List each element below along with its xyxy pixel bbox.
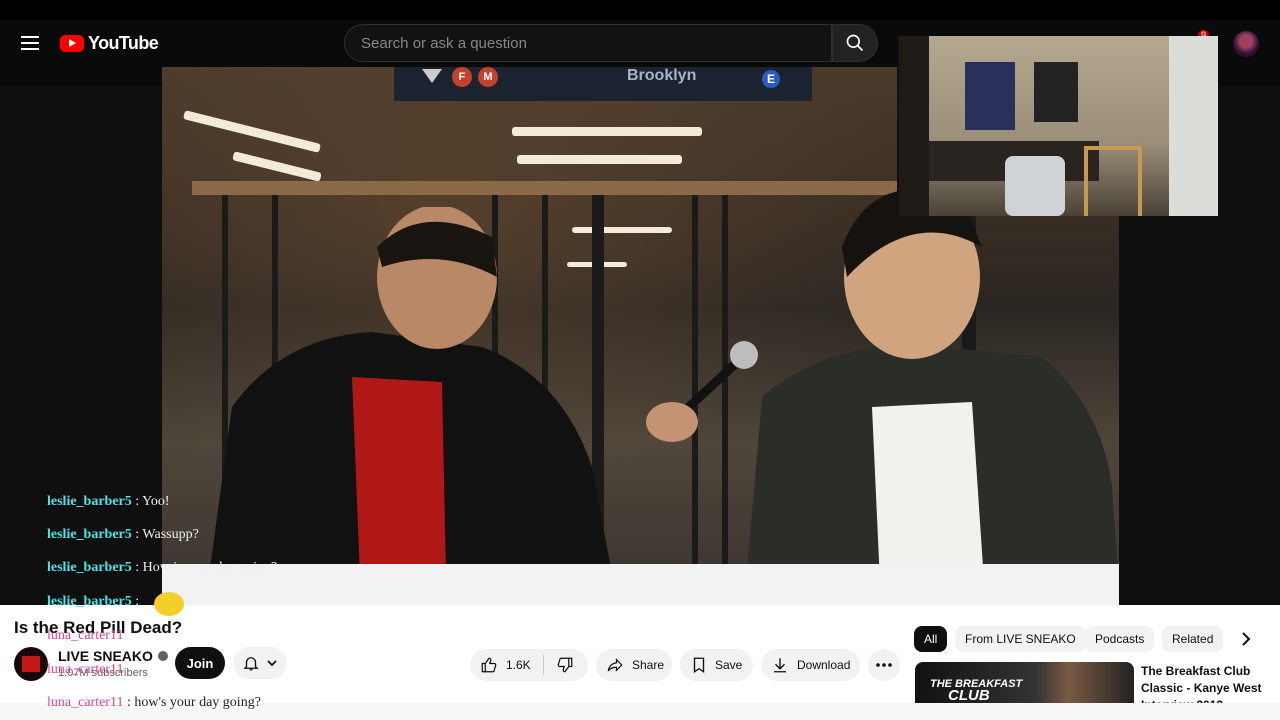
like-icon[interactable]: [480, 656, 498, 674]
youtube-play-icon: [60, 35, 84, 52]
download-button[interactable]: Download: [761, 649, 860, 681]
poster-left: [965, 62, 1015, 130]
account-avatar[interactable]: [1233, 31, 1259, 57]
chat-username: luna_carter11: [47, 695, 124, 710]
download-label: Download: [797, 658, 851, 672]
more-actions-button[interactable]: [868, 649, 900, 681]
chat-message: leslie_barber5 : How is your day going?: [47, 560, 277, 576]
line-m-badge: M: [478, 67, 498, 87]
chat-text: : how's your day going?: [126, 695, 261, 710]
interviewer-figure: [743, 188, 1119, 605]
interviewee-figure: [205, 207, 618, 605]
search-box: [344, 24, 832, 62]
search-input[interactable]: [359, 33, 817, 53]
chip-podcasts[interactable]: Podcasts: [1085, 626, 1155, 652]
chat-message: luna_carter11: [47, 662, 123, 678]
like-count[interactable]: 1.6K: [506, 658, 531, 672]
logo-text: YouTube: [88, 33, 159, 53]
like-dislike-group: 1.6K: [470, 649, 588, 681]
chat-message: leslie_barber5 :: [47, 594, 139, 610]
chip-from-channel[interactable]: From LIVE SNEAKO: [955, 626, 1086, 652]
verified-icon: [157, 651, 168, 661]
chevron-right-icon[interactable]: [1236, 629, 1256, 649]
share-button[interactable]: Share: [596, 649, 672, 681]
chat-text: : Yoo!: [135, 494, 170, 509]
chat-message: luna_carter11 : how's your day going?: [47, 695, 261, 711]
search-button[interactable]: [832, 24, 878, 62]
share-label: Share: [632, 658, 665, 672]
chat-message: leslie_barber5 : Yoo!: [47, 494, 170, 510]
save-label: Save: [715, 658, 743, 672]
chat-text: : Wassupp?: [135, 527, 199, 542]
chevron-down-icon: [267, 660, 277, 667]
chat-text: : How is your day going?: [135, 560, 278, 575]
channel-avatar[interactable]: [14, 647, 48, 681]
chat-username: leslie_barber5: [47, 560, 132, 575]
bell-icon: [243, 657, 259, 671]
save-button[interactable]: Save: [680, 649, 753, 681]
poster-right: [1034, 62, 1078, 122]
youtube-logo[interactable]: YouTube: [60, 33, 159, 54]
line-f-badge: F: [452, 67, 472, 87]
menu-icon[interactable]: [18, 31, 42, 55]
chat-message: luna_carter11: [47, 628, 123, 644]
search-icon: [846, 34, 864, 52]
chat-username: leslie_barber5: [47, 494, 132, 509]
chat-username: luna_carter11: [47, 628, 124, 643]
bookmark-icon: [693, 657, 705, 674]
microphone: [646, 341, 758, 442]
chair: [1084, 146, 1142, 216]
curtain: [1169, 36, 1218, 216]
chat-username: leslie_barber5: [47, 527, 132, 542]
tissue-overlay: [162, 564, 1119, 605]
chat-username: leslie_barber5: [47, 594, 132, 609]
download-icon: [774, 658, 786, 673]
door-frame: [899, 36, 929, 216]
notifications-button[interactable]: [233, 647, 287, 679]
station-name: Brooklyn: [627, 67, 697, 84]
line-e-badge: E: [762, 70, 780, 88]
foil-object: [1005, 156, 1065, 216]
dislike-icon[interactable]: [556, 656, 574, 674]
chat-username: luna_carter11: [47, 662, 124, 677]
station-sign: F M: [394, 67, 812, 101]
join-button[interactable]: Join: [175, 647, 225, 679]
chat-text: :: [135, 594, 140, 609]
more-horizontal-icon: [876, 663, 892, 667]
share-icon: [607, 658, 623, 672]
thumb-text-line2: CLUB: [948, 687, 990, 704]
chat-message: leslie_barber5 : Wassupp?: [47, 527, 199, 543]
chip-related[interactable]: Related: [1162, 626, 1224, 652]
down-arrow-icon: [422, 69, 442, 83]
webcam-overlay: [897, 36, 1218, 216]
emoji-sticker: [154, 592, 184, 616]
chip-all[interactable]: All: [914, 626, 948, 652]
